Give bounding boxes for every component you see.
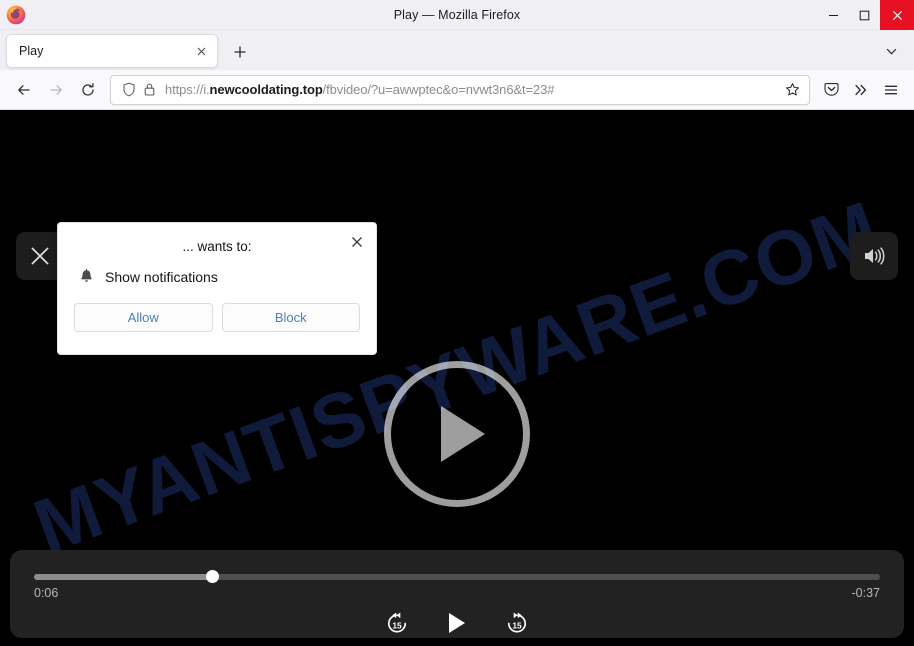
- allow-button[interactable]: Allow: [74, 303, 213, 332]
- time-labels: 0:06 -0:37: [34, 586, 880, 600]
- speaker-icon: [865, 247, 885, 265]
- url-scheme: https://i.: [165, 82, 210, 97]
- big-play-button[interactable]: [384, 361, 530, 507]
- video-page: MYANTISPYWARE.COM Press "Allow" to watch…: [0, 110, 914, 646]
- dialog-title: ... wants to:: [182, 239, 252, 254]
- permission-request-row: Show notifications: [58, 254, 376, 285]
- new-tab-button[interactable]: [226, 38, 254, 66]
- video-volume-button[interactable]: [850, 232, 898, 280]
- transport-controls: 15 15: [30, 606, 884, 640]
- notification-permission-dialog: ... wants to: Show notifications Allow B…: [57, 222, 377, 355]
- close-icon: [352, 237, 362, 247]
- url-text[interactable]: https://i.newcooldating.top/fbvideo/?u=a…: [159, 82, 781, 97]
- forward-button[interactable]: [40, 75, 72, 105]
- remaining-time: -0:37: [851, 586, 881, 600]
- url-path: /fbvideo/?u=awwptec&o=nvwt3n6&t=23#: [322, 82, 555, 97]
- lock-icon[interactable]: [139, 80, 159, 100]
- rewind-15-icon: 15: [387, 612, 407, 633]
- rewind-15-button[interactable]: 15: [380, 606, 414, 640]
- overflow-menu-button[interactable]: [846, 75, 876, 105]
- dialog-actions: Allow Block: [58, 285, 376, 332]
- bookmark-star-icon[interactable]: [781, 79, 803, 101]
- close-window-button[interactable]: [880, 0, 914, 30]
- url-bar[interactable]: https://i.newcooldating.top/fbvideo/?u=a…: [110, 74, 810, 105]
- play-triangle-icon: [441, 406, 485, 462]
- tab-title: Play: [19, 44, 44, 58]
- play-button[interactable]: [440, 606, 474, 640]
- progress-handle[interactable]: [205, 570, 219, 583]
- navigation-toolbar: https://i.newcooldating.top/fbvideo/?u=a…: [0, 70, 914, 110]
- svg-text:15: 15: [392, 620, 402, 630]
- close-icon: [31, 247, 49, 265]
- video-controls-bar: 0:06 -0:37 15 15: [10, 550, 904, 638]
- current-time: 0:06: [34, 586, 59, 600]
- forward-15-button[interactable]: 15: [500, 606, 534, 640]
- window-controls: [818, 0, 914, 30]
- app-menu-button[interactable]: [876, 75, 906, 105]
- forward-15-icon: 15: [507, 612, 527, 633]
- dialog-close-button[interactable]: [346, 231, 368, 253]
- back-button[interactable]: [8, 75, 40, 105]
- firefox-window: Play — Mozilla Firefox Play https://i.ne…: [0, 0, 914, 646]
- browser-tab[interactable]: Play: [6, 34, 218, 68]
- pocket-button[interactable]: [816, 75, 846, 105]
- title-bar: Play — Mozilla Firefox: [0, 0, 914, 30]
- tab-close-icon[interactable]: [191, 41, 211, 61]
- minimize-button[interactable]: [818, 0, 849, 30]
- play-icon: [449, 613, 465, 633]
- progress-scrubber[interactable]: [34, 570, 880, 583]
- window-title: Play — Mozilla Firefox: [393, 7, 521, 22]
- url-host: newcooldating.top: [209, 82, 323, 97]
- reload-button[interactable]: [72, 75, 104, 105]
- shield-icon[interactable]: [119, 80, 139, 100]
- maximize-button[interactable]: [849, 0, 880, 30]
- tab-strip: Play: [0, 30, 914, 70]
- progress-fill: [34, 574, 212, 580]
- block-button[interactable]: Block: [221, 303, 360, 332]
- list-all-tabs-button[interactable]: [878, 38, 904, 64]
- permission-request-label: Show notifications: [105, 268, 218, 285]
- svg-text:15: 15: [512, 620, 522, 630]
- bell-icon: [78, 268, 95, 285]
